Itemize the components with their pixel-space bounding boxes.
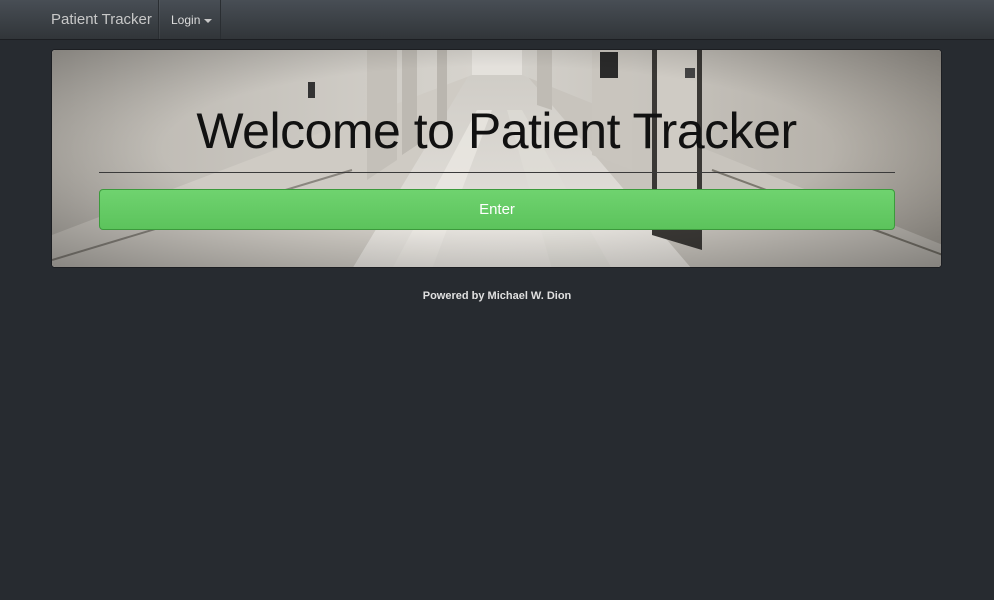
brand-link[interactable]: Patient Tracker	[51, 0, 152, 40]
login-dropdown[interactable]: Login	[158, 0, 221, 39]
page-title: Welcome to Patient Tracker	[196, 103, 797, 159]
login-label: Login	[171, 13, 201, 27]
navbar: Patient Tracker Login	[0, 0, 994, 40]
hero-banner: Welcome to Patient Tracker Enter	[51, 49, 942, 268]
divider	[99, 172, 895, 173]
footer-credit: Powered by Michael W. Dion	[422, 290, 572, 302]
enter-button[interactable]: Enter	[99, 189, 895, 230]
caret-down-icon	[204, 18, 213, 23]
